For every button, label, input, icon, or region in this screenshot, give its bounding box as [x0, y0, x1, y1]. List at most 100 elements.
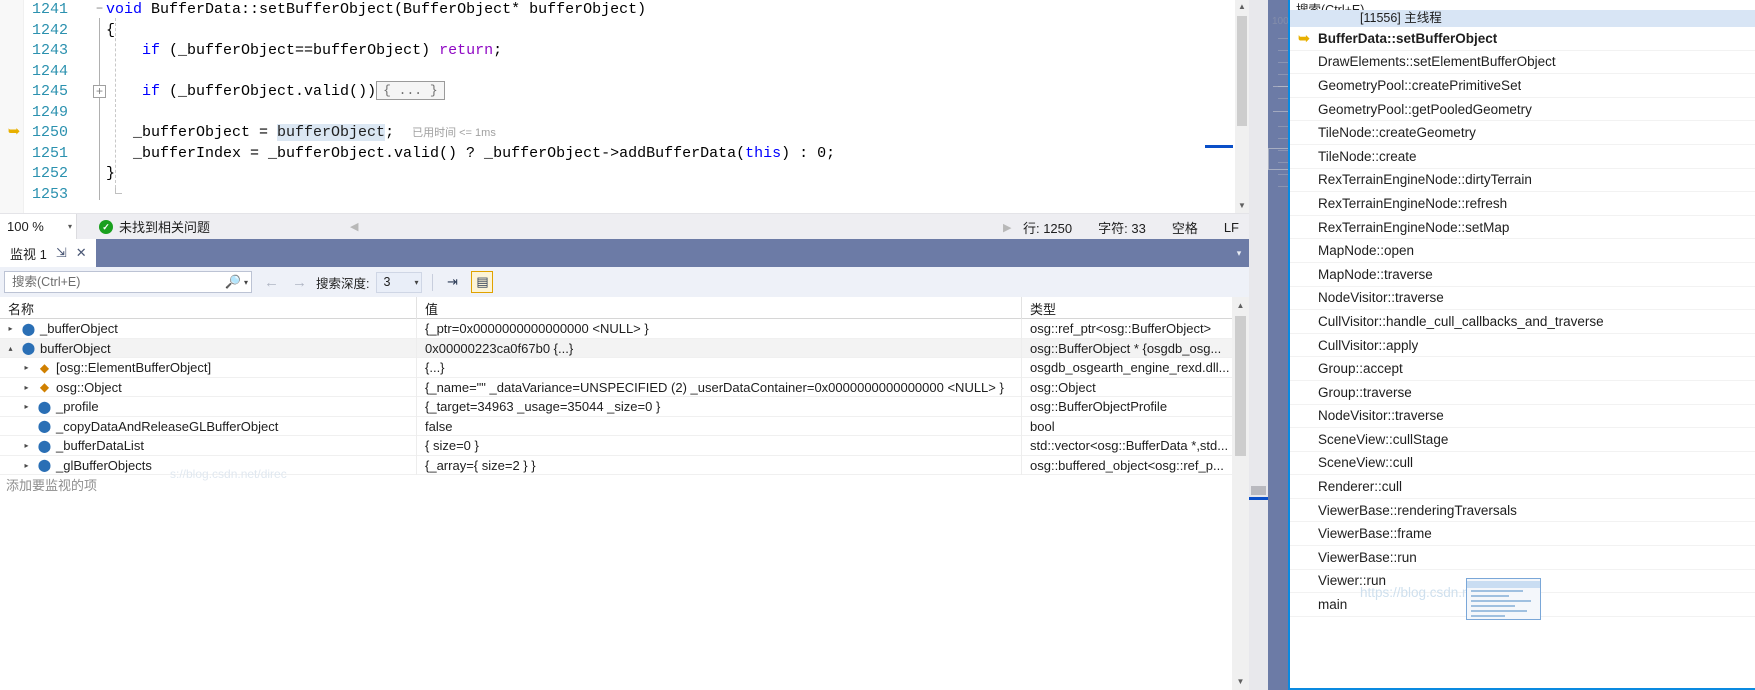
watch-name-cell[interactable]: ▸ ◆ osg::Object — [0, 377, 417, 397]
table-row[interactable]: ▸ ◆ [osg::ElementBufferObject] {...} osgdb_o… — [0, 358, 1232, 378]
call-stack-frame[interactable]: TileNode::createGeometry — [1290, 121, 1755, 145]
code-line[interactable]: 1242 { — [0, 21, 1235, 42]
column-header-value[interactable]: 值 — [417, 297, 1022, 319]
tabstrip-overflow-icon[interactable]: ▾ — [1229, 239, 1249, 267]
code-editor[interactable]: 1241 − void BufferData::setBufferObject(Bu… — [0, 0, 1249, 213]
table-row[interactable]: ▸ ⬤ _profile {_target=34963 _usage=35044 _s… — [0, 397, 1232, 417]
search-next-button[interactable]: → — [291, 274, 308, 291]
watch-name-cell[interactable]: ▸ ⬤ _bufferDataList — [0, 436, 417, 456]
hex-display-button[interactable]: ▤ — [471, 271, 494, 293]
code-thumbnail-popup[interactable] — [1466, 578, 1541, 620]
call-stack-frame[interactable]: CullVisitor::apply — [1290, 334, 1755, 358]
code-line[interactable]: ➥ 1250 _bufferObject = bufferObject; 已用时间… — [0, 123, 1235, 144]
watch-value-cell[interactable]: {_name="" _dataVariance=UNSPECIFIED (2) … — [417, 377, 1022, 397]
expander-expand-icon[interactable]: ▸ — [20, 461, 33, 470]
expander-expand-icon[interactable]: ▸ — [4, 324, 17, 333]
column-header-name[interactable]: 名称 — [0, 297, 417, 319]
expander-expand-icon[interactable]: ▸ — [20, 402, 33, 411]
outer-scrollbar-thumb[interactable] — [1251, 486, 1266, 495]
tab-watch-1[interactable]: 监视 1 ⇲ ✕ — [0, 239, 96, 267]
scroll-up-arrow-icon[interactable]: ▲ — [1232, 297, 1249, 314]
code-line[interactable]: 1251 _bufferIndex = _bufferObject.valid(… — [0, 144, 1235, 165]
code-line[interactable]: 1252} — [0, 164, 1235, 185]
search-input[interactable] — [12, 275, 225, 289]
watch-search-box[interactable]: 🔍 ▾ — [4, 271, 252, 293]
outer-scroll-gutter[interactable] — [1249, 0, 1268, 690]
watch-name-cell[interactable]: ⬤ _copyDataAndReleaseGLBufferObject — [0, 416, 417, 436]
call-stack-frame[interactable]: Renderer::cull — [1290, 475, 1755, 499]
scrollbar-thumb[interactable] — [1235, 316, 1246, 456]
scroll-up-arrow-icon[interactable]: ▲ — [1235, 0, 1249, 14]
call-stack-frame[interactable]: Group::accept — [1290, 357, 1755, 381]
call-stack-frame[interactable]: GeometryPool::createPrimitiveSet — [1290, 74, 1755, 98]
indent-indicator[interactable]: 空格 — [1172, 218, 1198, 237]
table-row[interactable]: ▸ ⬤ _glBufferObjects {_array={ size=2 } } os… — [0, 455, 1232, 475]
watch-name-cell[interactable]: ▸ ⬤ _glBufferObjects — [0, 455, 417, 475]
code-lines[interactable]: 1241 − void BufferData::setBufferObject(Bu… — [0, 0, 1235, 213]
zoom-level-combo[interactable]: 100 % ▾ — [0, 213, 77, 240]
search-prev-button[interactable]: ← — [263, 274, 280, 291]
fold-collapse-icon[interactable]: − — [93, 2, 106, 16]
call-stack-frame[interactable]: NodeVisitor::traverse — [1290, 287, 1755, 311]
watch-name-cell[interactable]: ▸ ⬤ _bufferObject — [0, 319, 417, 339]
fold-expand-icon[interactable]: + — [93, 85, 106, 98]
table-row[interactable]: ⬤ _copyDataAndReleaseGLBufferObject false b… — [0, 416, 1232, 436]
search-icon[interactable]: 🔍 — [225, 274, 241, 290]
code-line[interactable]: 1243 if (_bufferObject==bufferObject) re… — [0, 41, 1235, 62]
scroll-down-arrow-icon[interactable]: ▼ — [1235, 199, 1249, 213]
code-line[interactable]: 1244 — [0, 62, 1235, 83]
nav-next-issue-icon[interactable]: ▶ — [1003, 214, 1011, 240]
scroll-down-arrow-icon[interactable]: ▼ — [1232, 673, 1249, 690]
add-watch-item-row[interactable]: 添加要监视的项 — [0, 475, 1232, 495]
watch-value-cell[interactable]: 0x00000223ca0f67b0 {...} — [417, 338, 1022, 358]
watch-vertical-scrollbar[interactable]: ▲ ▼ — [1232, 297, 1249, 690]
watch-value-cell[interactable]: {_ptr=0x0000000000000000 <NULL> } — [417, 319, 1022, 339]
search-depth-combo[interactable]: 3 ▾ — [376, 271, 423, 293]
expander-expand-icon[interactable]: ▸ — [20, 441, 33, 450]
call-stack-frame[interactable]: RexTerrainEngineNode::refresh — [1290, 192, 1755, 216]
call-stack-frame[interactable]: ViewerBase::run — [1290, 546, 1755, 570]
call-stack-frame[interactable]: MapNode::traverse — [1290, 263, 1755, 287]
watch-value-cell[interactable]: {_array={ size=2 } } — [417, 455, 1022, 475]
code-line[interactable]: 1245 + if (_bufferObject.valid()){ ... } — [0, 81, 1235, 103]
watch-name-cell[interactable]: ▸ ⬤ _profile — [0, 397, 417, 417]
call-stack-frame[interactable]: ViewerBase::frame — [1290, 522, 1755, 547]
call-stack-frame[interactable]: ➥ BufferData::setBufferObject — [1290, 27, 1755, 51]
watch-value-cell[interactable]: {_target=34963 _usage=35044 _size=0 } — [417, 397, 1022, 417]
call-stack-frame[interactable]: RexTerrainEngineNode::dirtyTerrain — [1290, 169, 1755, 193]
call-stack-frame[interactable]: SceneView::cull — [1290, 452, 1755, 476]
close-icon[interactable]: ✕ — [76, 245, 87, 261]
code-line[interactable]: 1241 − void BufferData::setBufferObject(Bu… — [0, 0, 1235, 21]
watch-value-cell[interactable]: { size=0 } — [417, 436, 1022, 456]
search-options-chevron-icon[interactable]: ▾ — [244, 278, 248, 287]
call-stack-frame[interactable]: CullVisitor::handle_cull_callbacks_and_t… — [1290, 310, 1755, 334]
call-stack-frame[interactable]: GeometryPool::getPooledGeometry — [1290, 98, 1755, 122]
table-row[interactable]: ▸ ⬤ _bufferDataList { size=0 } std::vector<o… — [0, 436, 1232, 456]
chevron-down-icon[interactable]: ▾ — [414, 278, 418, 287]
chevron-down-icon[interactable]: ▾ — [68, 222, 72, 231]
call-stack-frame[interactable]: Group::traverse — [1290, 381, 1755, 405]
watch-value-cell[interactable]: false — [417, 416, 1022, 436]
watch-value-cell[interactable]: {...} — [417, 358, 1022, 378]
expander-expand-icon[interactable]: ▸ — [20, 363, 33, 372]
watch-name-cell[interactable]: ▴ ⬤ bufferObject — [0, 338, 417, 358]
call-stack-frame[interactable]: ViewerBase::renderingTraversals — [1290, 499, 1755, 523]
eol-indicator[interactable]: LF — [1224, 220, 1239, 235]
pin-icon[interactable]: ⇲ — [56, 245, 67, 261]
table-row[interactable]: ▸ ◆ osg::Object {_name="" _dataVariance=UNS… — [0, 377, 1232, 397]
watch-grid[interactable]: 名称 值 类型 ▸ ⬤ _bufferObject {_ptr=0x000000000… — [0, 297, 1232, 690]
call-stack-frame[interactable]: TileNode::create — [1290, 145, 1755, 169]
code-line[interactable]: 1253 — [0, 185, 1235, 206]
expander-collapse-icon[interactable]: ▴ — [4, 344, 17, 353]
table-row[interactable]: ▸ ⬤ _bufferObject {_ptr=0x0000000000000000 … — [0, 319, 1232, 339]
scrollbar-thumb[interactable] — [1237, 16, 1247, 126]
editor-vertical-scrollbar[interactable]: ▲ ▼ — [1235, 0, 1249, 213]
code-line[interactable]: 1249 — [0, 103, 1235, 124]
watch-name-cell[interactable]: ▸ ◆ [osg::ElementBufferObject] — [0, 358, 417, 378]
call-stack-frame[interactable]: NodeVisitor::traverse — [1290, 405, 1755, 429]
call-stack-frame[interactable]: MapNode::open — [1290, 239, 1755, 263]
call-stack-frame[interactable]: DrawElements::setElementBufferObject — [1290, 51, 1755, 75]
expander-expand-icon[interactable]: ▸ — [20, 383, 33, 392]
pin-column-button[interactable]: ⇥ — [441, 271, 463, 293]
call-stack-frame[interactable]: SceneView::cullStage — [1290, 428, 1755, 452]
